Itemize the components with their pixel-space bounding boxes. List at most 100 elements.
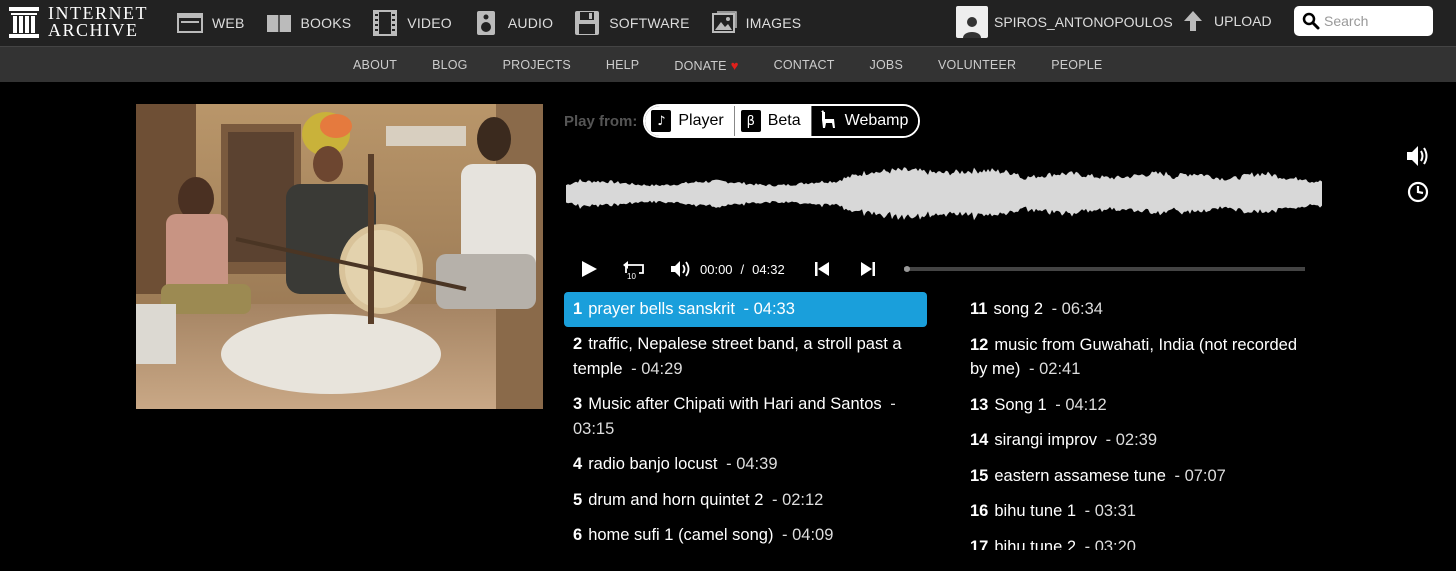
track-duration: - 04:29 (631, 359, 683, 378)
beta-icon: β (740, 110, 761, 132)
track-item[interactable]: 5 drum and horn quintet 2 - 02:12 (564, 483, 927, 519)
track-item[interactable]: 16 bihu tune 1 - 03:31 (961, 494, 1304, 530)
track-item[interactable]: 11 song 2 - 06:34 (961, 292, 1304, 328)
subnav-people[interactable]: PEOPLE (1051, 58, 1102, 72)
seek-bar[interactable] (904, 266, 1305, 272)
play-from-webamp-button[interactable]: Webamp (810, 106, 919, 136)
play-from-selector: Play from: ♪ Player β Beta Webamp (564, 104, 921, 138)
track-item[interactable]: 17 bihu tune 2 - 03:20 (961, 530, 1304, 551)
track-list: 1 prayer bells sanskrit - 04:33 2 traffic, … (564, 292, 1304, 550)
track-item[interactable]: 3 Music after Chipati with Hari and Santo… (564, 387, 927, 447)
track-duration: - 02:39 (1105, 431, 1158, 449)
subnav-blog[interactable]: BLOG (432, 58, 468, 72)
track-duration: - 02:41 (1029, 360, 1081, 378)
web-icon (177, 13, 203, 33)
volume-side-icon[interactable] (1404, 142, 1432, 170)
album-cover-image (136, 104, 543, 409)
track-item[interactable]: 15 eastern assamese tune - 07:07 (961, 459, 1304, 495)
logo-wordmark: INTERNET ARCHIVE (48, 3, 148, 40)
track-number: 14 (970, 431, 989, 449)
play-button[interactable] (574, 254, 604, 284)
subnav-projects[interactable]: PROJECTS (503, 58, 571, 72)
books-icon (266, 15, 291, 32)
track-number: 6 (573, 526, 583, 544)
track-title: traffic, Nepalese street band, a stroll … (573, 335, 902, 378)
seek-handle[interactable] (904, 266, 910, 272)
audio-waveform[interactable] (566, 164, 1322, 224)
time-separator: / (740, 261, 745, 277)
waveform-shape (566, 167, 1322, 221)
track-title: bihu tune 2 (994, 537, 1077, 551)
track-title: drum and horn quintet 2 (588, 490, 764, 509)
play-from-player-button[interactable]: ♪ Player (645, 106, 734, 136)
images-icon (711, 11, 737, 33)
next-track-button[interactable] (853, 254, 883, 284)
previous-icon (814, 262, 829, 276)
track-item[interactable]: 12 music from Guwahati, India (not record… (961, 328, 1304, 388)
subnav-about[interactable]: ABOUT (353, 58, 397, 72)
nav-books[interactable]: BOOKS (265, 9, 352, 37)
video-icon (373, 10, 398, 36)
upload-button[interactable]: UPLOAD (1182, 6, 1272, 36)
subnav-contact[interactable]: CONTACT (774, 58, 835, 72)
track-number: 1 (573, 300, 583, 318)
track-duration: - 04:09 (782, 526, 834, 544)
nav-software[interactable]: SOFTWARE (573, 9, 689, 37)
search-box (1294, 6, 1433, 36)
software-icon (575, 11, 600, 35)
track-item[interactable]: 14 sirangi improv - 02:39 (961, 423, 1304, 459)
subnav-volunteer[interactable]: VOLUNTEER (938, 58, 1016, 72)
nav-audio[interactable]: AUDIO (472, 9, 553, 37)
media-nav: WEB BOOKS VIDEO AUDIO SOFTWARE IMAGES (176, 0, 821, 46)
svg-text:10: 10 (627, 272, 636, 281)
track-column-right: 11 song 2 - 06:34 12 music from Guwahati, I… (961, 292, 1304, 550)
track-item[interactable]: 13 Song 1 - 04:12 (961, 388, 1304, 424)
track-duration: - 03:20 (1084, 537, 1136, 551)
subnav-help[interactable]: HELP (606, 58, 639, 72)
track-item[interactable]: 6 home sufi 1 (camel song) - 04:09 (564, 518, 927, 550)
current-time: 00:00 (700, 261, 733, 277)
subnav-donate-label: DONATE (674, 58, 727, 73)
audio-icon (476, 11, 495, 35)
archive-building-icon (9, 7, 39, 38)
track-duration: - 02:12 (771, 490, 824, 509)
cover-photo (136, 104, 543, 409)
top-bar: INTERNET ARCHIVE WEB BOOKS VIDEO AUDIO S… (0, 0, 1456, 46)
mute-button[interactable] (666, 254, 696, 284)
nav-web[interactable]: WEB (176, 9, 245, 37)
internet-archive-logo[interactable]: INTERNET ARCHIVE (8, 2, 148, 42)
track-number: 4 (573, 455, 583, 473)
rewind-10-button[interactable]: 10 (620, 254, 650, 284)
play-from-options: ♪ Player β Beta Webamp (643, 104, 921, 138)
track-item[interactable]: 4 radio banjo locust - 04:39 (564, 447, 927, 483)
user-menu[interactable]: SPIROS_ANTONOPOULOS (956, 4, 1173, 40)
previous-track-button[interactable] (807, 254, 837, 284)
track-title: radio banjo locust (588, 455, 718, 473)
track-item[interactable]: 2 traffic, Nepalese street band, a stroll… (564, 327, 927, 387)
play-from-beta-button[interactable]: β Beta (733, 106, 811, 136)
track-item[interactable]: 1 prayer bells sanskrit - 04:33 (564, 292, 927, 327)
track-duration: - 04:12 (1055, 395, 1107, 414)
track-title: home sufi 1 (camel song) (588, 526, 774, 544)
play-from-label: Play from: (564, 112, 638, 130)
nav-images[interactable]: IMAGES (710, 9, 802, 37)
search-input[interactable] (1324, 13, 1428, 29)
llama-icon (818, 110, 838, 132)
track-number: 5 (573, 490, 583, 509)
search-icon (1302, 12, 1320, 30)
total-time: 04:32 (752, 261, 785, 277)
nav-video[interactable]: VIDEO (371, 9, 452, 37)
next-icon (860, 262, 875, 276)
upload-arrow-icon (1184, 11, 1202, 31)
clock-icon[interactable] (1404, 178, 1432, 206)
subnav-jobs[interactable]: JOBS (870, 58, 903, 72)
track-number: 11 (970, 300, 988, 318)
track-number: 15 (970, 466, 989, 485)
play-from-webamp-label: Webamp (844, 112, 909, 129)
music-note-icon: ♪ (651, 110, 672, 132)
subnav-donate[interactable]: DONATE ♥ (674, 58, 738, 73)
side-controls (1404, 142, 1432, 214)
track-title: prayer bells sanskrit (588, 300, 735, 318)
heart-icon: ♥ (730, 57, 739, 73)
track-number: 16 (970, 502, 989, 520)
